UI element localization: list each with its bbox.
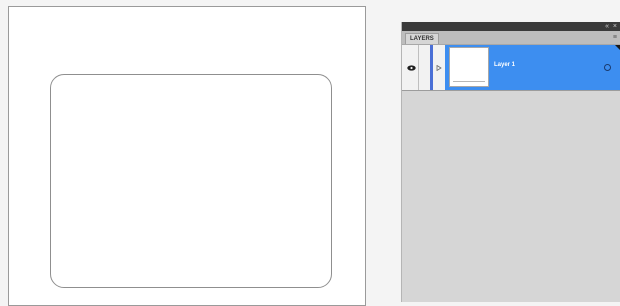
rounded-rectangle-shape[interactable]: [50, 74, 332, 288]
chevron-right-icon: [436, 64, 442, 71]
layer-thumbnail: [449, 47, 489, 87]
selection-corner-marker: [615, 45, 620, 50]
visibility-toggle[interactable]: [404, 45, 419, 90]
expand-layer-toggle[interactable]: [434, 45, 444, 90]
layer-selection-highlight[interactable]: Layer 1: [445, 45, 620, 90]
tab-layers[interactable]: LAYERS: [405, 33, 439, 44]
thumbnail-shape-preview: [453, 81, 485, 82]
layers-panel: « × LAYERS ≡ Layer 1: [401, 22, 620, 302]
eye-icon: [406, 64, 416, 71]
layer-row[interactable]: Layer 1: [402, 45, 620, 91]
layer-name[interactable]: Layer 1: [494, 62, 515, 68]
layer-color-swatch: [430, 45, 433, 90]
artboard-canvas[interactable]: [8, 6, 366, 306]
panel-tab-bar: LAYERS ≡: [402, 31, 620, 45]
panel-collapse-close-buttons[interactable]: « ×: [605, 22, 618, 31]
panel-titlebar[interactable]: « ×: [402, 22, 620, 31]
target-circle-icon[interactable]: [604, 64, 611, 71]
panel-menu-icon[interactable]: ≡: [613, 33, 617, 42]
